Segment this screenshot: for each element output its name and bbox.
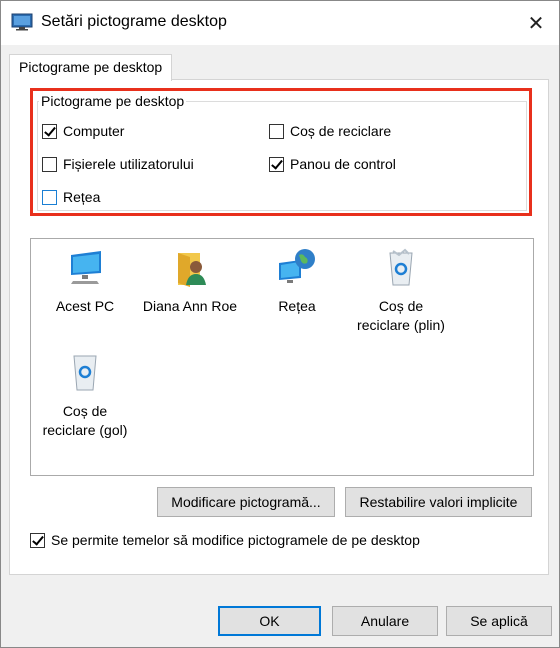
highlight-frame <box>30 88 532 216</box>
preview-item-network-label: Rețea <box>278 298 316 314</box>
window-title: Setări pictograme desktop <box>41 13 227 30</box>
title-bar: Setări pictograme desktop ✕ <box>1 1 559 45</box>
preview-item-recycle-empty-label: Coș de reciclare (gol) <box>42 403 128 438</box>
network-globe-icon <box>279 249 315 283</box>
preview-item-user[interactable]: Diana Ann Roe <box>140 247 240 316</box>
apply-button[interactable]: Se aplică <box>446 606 552 636</box>
change-icon-button[interactable]: Modificare pictogramă... <box>157 487 335 517</box>
preview-item-this-pc-label: Acest PC <box>55 298 115 314</box>
preview-item-recycle-empty[interactable]: Coș de reciclare (gol) <box>35 352 135 440</box>
close-button[interactable]: ✕ <box>513 1 559 45</box>
preview-item-network[interactable]: Rețea <box>247 247 347 316</box>
checkbox-allow-themes[interactable]: Se permite temelor să modifice pictogram… <box>30 532 420 548</box>
close-icon: ✕ <box>527 12 545 35</box>
desktop-settings-icon <box>11 13 33 31</box>
checkbox-allow-themes-label: Se permite temelor să modifice pictogram… <box>51 532 420 548</box>
tab-desktop-icons[interactable]: Pictograme pe desktop <box>9 54 173 81</box>
cancel-button[interactable]: Anulare <box>332 606 438 636</box>
preview-item-this-pc[interactable]: Acest PC <box>35 247 135 316</box>
icon-preview-list[interactable]: Acest PC Diana Ann Roe Rețea Coș de reci… <box>30 238 534 476</box>
ok-button[interactable]: OK <box>218 606 321 636</box>
preview-item-recycle-full-label: Coș de reciclare (plin) <box>357 298 445 333</box>
recycle-bin-empty-icon <box>73 355 97 391</box>
preview-item-user-label: Diana Ann Roe <box>142 298 238 314</box>
preview-item-recycle-full[interactable]: Coș de reciclare (plin) <box>351 247 451 335</box>
recycle-bin-full-icon <box>389 248 413 286</box>
user-folder-icon <box>178 253 206 287</box>
dialog-window: Setări pictograme desktop ✕ Pictograme p… <box>0 0 560 648</box>
monitor-icon <box>71 251 101 284</box>
checkbox-allow-themes-box[interactable] <box>30 532 45 548</box>
restore-default-button[interactable]: Restabilire valori implicite <box>345 487 532 517</box>
